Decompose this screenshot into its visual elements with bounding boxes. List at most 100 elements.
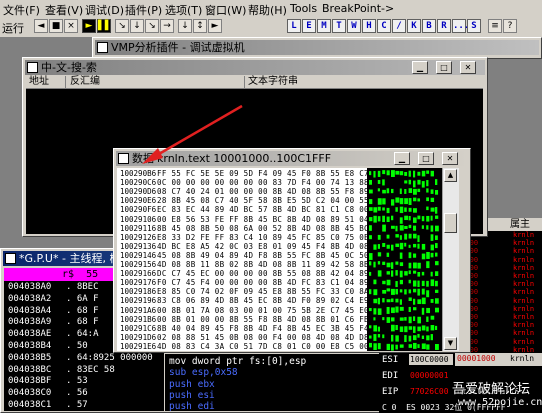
ascii-glyph [417,316,422,324]
log-window-button[interactable]: L [287,19,301,33]
goto-button[interactable]: ↕ [193,19,207,33]
column-address[interactable]: 地址 [29,76,49,88]
ascii-glyph [391,199,395,206]
call-stack-button[interactable]: K [407,19,421,33]
menu-help[interactable]: 帮助(H) [248,2,287,18]
run-button[interactable]: ► [82,19,96,33]
ascii-glyph [421,253,426,260]
scroll-down-icon[interactable]: ▼ [444,337,457,350]
step-over-button[interactable]: ↓ [130,19,144,33]
ascii-glyph [404,289,407,295]
ascii-glyph [395,306,399,313]
source-button[interactable]: S [467,19,481,33]
close-icon[interactable]: ✕ [460,61,476,74]
ascii-glyph [426,188,429,193]
ascii-glyph [408,188,413,194]
ascii-glyph [404,171,408,176]
menu-options[interactable]: 选项(T) [165,2,202,18]
modules-button[interactable]: E [302,19,316,33]
ascii-glyph [399,279,403,285]
data-dump-window[interactable]: 数据 krnln.text 10001000..100C1FFF ▁ □ ✕ 10… [113,148,471,353]
arrow-head [142,148,163,164]
ascii-glyph [421,271,425,276]
menu-list-icon[interactable]: ≡ [488,19,502,33]
ascii-glyph [404,225,408,230]
vmp-window-titlebar[interactable]: VMP分析插件 - 调试虚拟机 [95,40,539,55]
breakpoints-button[interactable]: B [422,19,436,33]
ascii-glyph [430,252,434,258]
cpu-button[interactable]: C [377,19,391,33]
trace-into-button[interactable]: ↘ [145,19,159,33]
ascii-glyph [413,217,417,223]
ascii-glyph [413,280,417,287]
ascii-glyph [421,243,426,250]
ascii-glyph [399,235,402,240]
ascii-glyph [413,316,416,322]
minimize-icon[interactable]: ▁ [394,152,410,165]
owner-row-name: krnln [513,329,535,338]
ascii-glyph [386,306,390,314]
vmp-analysis-window[interactable]: VMP分析插件 - 调试虚拟机 [92,37,542,59]
animate-button[interactable]: ► [208,19,222,33]
ascii-glyph [399,171,404,176]
close-button[interactable]: × [64,19,78,33]
references-button[interactable]: R [437,19,451,33]
ascii-glyph [399,198,404,205]
reg-edi-value[interactable]: 00000001 [410,371,449,380]
data-scrollbar[interactable]: ▲ ▼ [442,168,459,351]
menu-tools[interactable]: Tools [290,2,317,15]
ascii-glyph [430,279,435,287]
disasm-row[interactable]: push edi [169,400,215,413]
ascii-glyph [382,289,387,294]
execute-till-return-button[interactable]: ↓ [178,19,192,33]
windows-button[interactable]: W [347,19,361,33]
owner-row-name: krnln [513,280,535,289]
ascii-glyph [408,244,411,248]
ascii-glyph [430,225,434,232]
ascii-pane[interactable] [367,168,442,351]
menu-window[interactable]: 窗口(W) [205,2,246,18]
menu-breakpoint[interactable]: BreakPoint-> [322,2,394,15]
trace-over-button[interactable]: → [160,19,174,33]
patches-button[interactable]: / [392,19,406,33]
reg-eip-value[interactable]: 77026C00 [410,387,449,396]
menu-debug[interactable]: 调试(D) [85,2,124,18]
help-icon[interactable]: ? [503,19,517,33]
ascii-glyph [408,170,411,177]
memory-button[interactable]: M [317,19,331,33]
ascii-glyph [426,251,430,259]
pause-button[interactable]: ▌▌ [97,19,112,33]
menu-file[interactable]: 文件(F) [3,2,40,18]
ascii-glyph [377,188,380,192]
ascii-glyph [382,170,386,175]
reg-esi-value[interactable]: 100C0000 [410,355,449,364]
scroll-up-icon[interactable]: ▲ [444,169,457,182]
restart-button[interactable]: ■ [49,19,63,33]
run-trace-button[interactable]: ... [452,19,469,33]
menu-view[interactable]: 查看(V) [45,2,83,18]
owner-row-name: krnln [513,239,535,248]
column-text-string[interactable]: 文本字符串 [248,76,298,88]
maximize-icon[interactable]: □ [418,152,434,165]
ascii-glyph [399,242,404,250]
owner-bottom-addr: 00001000 [457,354,496,363]
minimize-icon[interactable]: ▁ [412,61,428,74]
ascii-glyph [435,190,439,195]
ascii-glyph [377,297,381,305]
ascii-glyph [382,198,386,205]
menu-plugins[interactable]: 插件(P) [125,2,162,18]
step-into-button[interactable]: ↘ [115,19,129,33]
back-button[interactable]: ◄ [34,19,48,33]
ascii-glyph [382,242,386,247]
disasm-pane[interactable]: mov dword ptr fs:[0],esp sub esp,0x58 push… [165,354,380,413]
column-disassembly[interactable]: 反汇编 [70,76,100,88]
ascii-glyph [421,335,425,339]
maximize-icon[interactable]: □ [436,61,452,74]
handles-button[interactable]: H [362,19,376,33]
scroll-thumb[interactable] [444,213,457,233]
threads-button[interactable]: T [332,19,346,33]
close-icon[interactable]: ✕ [442,152,458,165]
ascii-glyph [382,224,386,232]
ascii-glyph [421,288,425,295]
owner-row-name: krnln [513,272,535,280]
